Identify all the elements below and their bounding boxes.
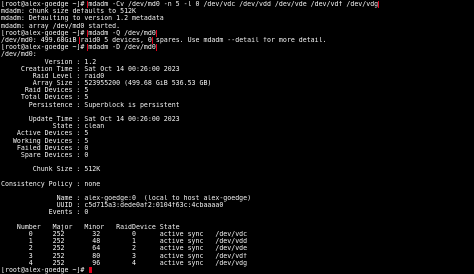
terminal-line: 4 252 96 4 active sync /dev/vdg — [1, 260, 474, 267]
terminal-line: Total Devices : 5 — [1, 94, 474, 101]
terminal-line: 2 252 64 2 active sync /dev/vde — [1, 245, 474, 252]
output-text: Active Devices : 5 — [1, 130, 89, 138]
terminal-line: mdadm: Defaulting to version 1.2 metadat… — [1, 15, 474, 22]
shell-prompt: [root@alex-goedge ~]# — [1, 1, 89, 8]
output-text: 2 252 64 2 active sync /dev/vde — [1, 245, 248, 253]
terminal-line: 0 252 32 0 active sync /dev/vdc — [1, 231, 474, 238]
output-text: Raid Devices : 5 — [1, 87, 89, 95]
output-text: 3 252 80 3 active sync /dev/vdf — [1, 252, 248, 260]
output-text: Raid Level : raid0 — [1, 72, 105, 80]
terminal-line: Number Major Minor RaidDevice State — [1, 224, 474, 231]
terminal-line: Raid Devices : 5 — [1, 87, 474, 94]
output-text: Events : 0 — [1, 209, 89, 217]
output-text: mdadm: chunk size defaults to 512K — [1, 8, 136, 16]
output-text: 0 252 32 0 active sync /dev/vdc — [1, 231, 248, 238]
output-text: 1 252 48 1 active sync /dev/vdd — [1, 238, 248, 246]
terminal-line: mdadm: array /dev/md0 started. — [1, 23, 474, 30]
output-text: mdadm: array /dev/md0 started. — [1, 22, 121, 30]
output-text: Spare Devices : 0 — [1, 151, 89, 159]
highlighted-command: mdadm -Q /dev/md0 — [87, 29, 157, 37]
terminal-line: Failed Devices : 0 — [1, 145, 474, 152]
output-text: Number Major Minor RaidDevice State — [1, 223, 180, 231]
terminal-line: 3 252 80 3 active sync /dev/vdf — [1, 253, 474, 260]
shell-prompt: [root@alex-goedge ~]# — [1, 266, 89, 274]
terminal-line: Spare Devices : 0 — [1, 152, 474, 159]
output-text: Chunk Size : 512K — [1, 166, 101, 174]
output-text: Version : 1.2 — [1, 58, 97, 66]
terminal-line: UUID : c5d715a3:dede0af2:0104f63c:4cbaaa… — [1, 202, 474, 209]
output-text: UUID : c5d715a3:dede0af2:0104f63c:4cbaaa… — [1, 202, 224, 210]
terminal-line: [root@alex-goedge ~]# mdadm -D /dev/md0 — [1, 44, 474, 52]
output-text: /dev/md0: 499.68GiB — [1, 36, 81, 44]
terminal-line: Update Time : Sat Oct 14 00:26:00 2023 — [1, 116, 474, 123]
output-text: Persistence : Superblock is persistent — [1, 101, 180, 109]
terminal-line: Creation Time : Sat Oct 14 00:26:00 2023 — [1, 66, 474, 73]
output-text: Failed Devices : 0 — [1, 144, 89, 152]
output-text: Consistency Policy : none — [1, 180, 101, 188]
terminal-line: [root@alex-goedge ~]# mdadm -Cv /dev/md0… — [1, 1, 474, 9]
terminal-line: mdadm: chunk size defaults to 512K — [1, 8, 474, 15]
terminal-line: /dev/md0: 499.68GiB raid0 5 devices, 0 s… — [1, 36, 474, 45]
terminal-line: Array Size : 523955200 (499.68 GiB 536.5… — [1, 80, 474, 87]
terminal-line: Chunk Size : 512K — [1, 166, 474, 173]
terminal-window[interactable]: [root@alex-goedge ~]# mdadm -Cv /dev/md0… — [0, 0, 474, 274]
output-text: Total Devices : 5 — [1, 94, 89, 102]
output-text: Array Size : 523955200 (499.68 GiB 536.5… — [1, 80, 212, 88]
terminal-line: Working Devices : 5 — [1, 138, 474, 145]
terminal-line: Active Devices : 5 — [1, 130, 474, 137]
output-text: /dev/md0: — [1, 51, 37, 59]
highlighted-output: raid0 5 devices, 0 — [79, 36, 153, 45]
terminal-line: 1 252 48 1 active sync /dev/vdd — [1, 238, 474, 245]
terminal-line: [root@alex-goedge ~]# mdadm -Q /dev/md0 — [1, 29, 474, 37]
output-text: Working Devices : 5 — [1, 137, 89, 145]
output-text: mdadm: Defaulting to version 1.2 metadat… — [1, 15, 164, 23]
output-text: State : clean — [1, 123, 105, 131]
terminal-line: State : clean — [1, 123, 474, 130]
highlighted-command: mdadm -Cv /dev/md0 -n 5 -l 0 /dev/vdc /d… — [87, 1, 380, 9]
terminal-line: Persistence : Superblock is persistent — [1, 102, 474, 109]
highlighted-command: mdadm -D /dev/md0 — [87, 44, 157, 52]
output-text: 4 252 96 4 active sync /dev/vdg — [1, 259, 248, 267]
text-cursor[interactable] — [89, 266, 93, 273]
terminal-line: Name : alex-goedge:0 (local to host alex… — [1, 195, 474, 202]
terminal-line: Events : 0 — [1, 209, 474, 216]
terminal-line: Version : 1.2 — [1, 59, 474, 66]
output-text: spares. Use mdadm --detail for more deta… — [151, 36, 327, 44]
output-text: Creation Time : Sat Oct 14 00:26:00 2023 — [1, 65, 180, 73]
output-text: Update Time : Sat Oct 14 00:26:00 2023 — [1, 116, 180, 123]
terminal-line: Consistency Policy : none — [1, 181, 474, 188]
terminal-line: Raid Level : raid0 — [1, 73, 474, 80]
terminal-line: [root@alex-goedge ~]# — [1, 266, 474, 274]
terminal-line: /dev/md0: — [1, 51, 474, 58]
output-text: Name : alex-goedge:0 (local to host alex… — [1, 195, 252, 203]
shell-prompt: [root@alex-goedge ~]# — [1, 44, 89, 52]
shell-prompt: [root@alex-goedge ~]# — [1, 29, 89, 37]
